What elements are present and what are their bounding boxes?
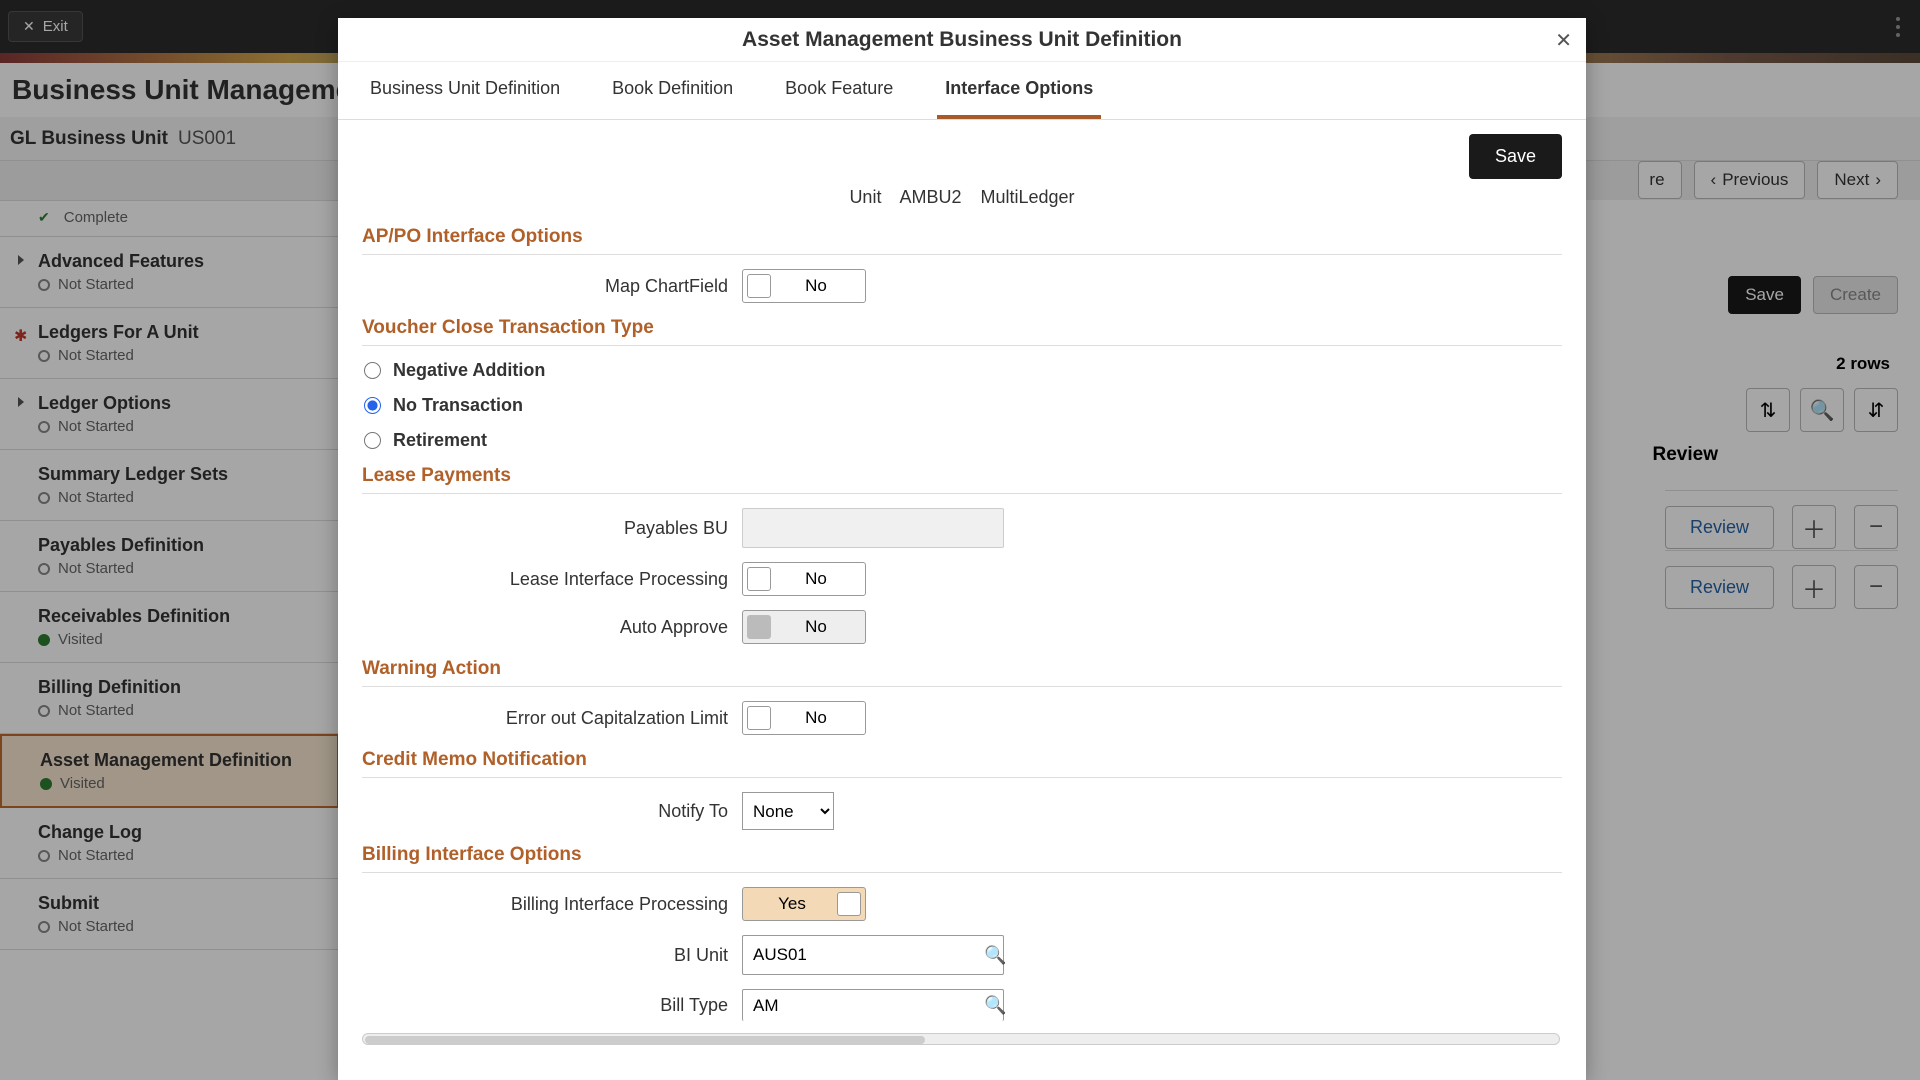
section-voucher-close: Voucher Close Transaction Type: [362, 317, 1562, 339]
payables-bu-label: Payables BU: [362, 518, 742, 539]
bi-unit-label: BI Unit: [362, 945, 742, 966]
search-icon[interactable]: 🔍: [984, 995, 1006, 1016]
map-chartfield-toggle[interactable]: No: [742, 269, 866, 303]
unit-info: Unit AMBU2 MultiLedger: [362, 187, 1562, 208]
lease-interface-processing-label: Lease Interface Processing: [362, 569, 742, 590]
payables-bu-input: [742, 508, 1004, 548]
radio-negative-addition[interactable]: Negative Addition: [364, 360, 1562, 381]
section-billing-interface: Billing Interface Options: [362, 844, 1562, 866]
tab-interface-options[interactable]: Interface Options: [937, 62, 1101, 119]
voucher-close-radio-group: Negative Addition No Transaction Retirem…: [362, 360, 1562, 451]
tab-book-definition[interactable]: Book Definition: [604, 62, 741, 119]
error-cap-label: Error out Capitalzation Limit: [362, 708, 742, 729]
radio-no-transaction[interactable]: No Transaction: [364, 395, 1562, 416]
auto-approve-toggle: No: [742, 610, 866, 644]
radio-retirement[interactable]: Retirement: [364, 430, 1562, 451]
bill-type-lookup[interactable]: 🔍: [742, 989, 1004, 1021]
bi-unit-input[interactable]: [743, 945, 984, 965]
lease-interface-toggle[interactable]: No: [742, 562, 866, 596]
section-appo: AP/PO Interface Options: [362, 226, 1562, 248]
modal: Asset Management Business Unit Definitio…: [338, 18, 1586, 1080]
billing-interface-toggle[interactable]: Yes: [742, 887, 866, 921]
horizontal-scrollbar[interactable]: [362, 1033, 1560, 1045]
modal-tabs: Business Unit Definition Book Definition…: [338, 62, 1586, 120]
billing-interface-processing-label: Billing Interface Processing: [362, 894, 742, 915]
section-warning-action: Warning Action: [362, 658, 1562, 680]
bill-type-label: Bill Type: [362, 995, 742, 1016]
modal-close-button[interactable]: ✕: [1555, 28, 1572, 53]
notify-to-label: Notify To: [362, 801, 742, 822]
save-button[interactable]: Save: [1469, 134, 1562, 179]
section-lease-payments: Lease Payments: [362, 465, 1562, 487]
bi-unit-lookup[interactable]: 🔍: [742, 935, 1004, 975]
modal-header: Asset Management Business Unit Definitio…: [338, 18, 1586, 62]
modal-title: Asset Management Business Unit Definitio…: [742, 28, 1182, 52]
bill-type-input[interactable]: [743, 996, 984, 1016]
auto-approve-label: Auto Approve: [362, 617, 742, 638]
tab-book-feature[interactable]: Book Feature: [777, 62, 901, 119]
notify-to-select[interactable]: None: [742, 792, 834, 830]
tab-business-unit-definition[interactable]: Business Unit Definition: [362, 62, 568, 119]
modal-body[interactable]: Save Unit AMBU2 MultiLedger AP/PO Interf…: [338, 120, 1586, 1080]
search-icon[interactable]: 🔍: [984, 945, 1006, 966]
error-cap-toggle[interactable]: No: [742, 701, 866, 735]
map-chartfield-label: Map ChartField: [362, 276, 742, 297]
section-credit-memo: Credit Memo Notification: [362, 749, 1562, 771]
